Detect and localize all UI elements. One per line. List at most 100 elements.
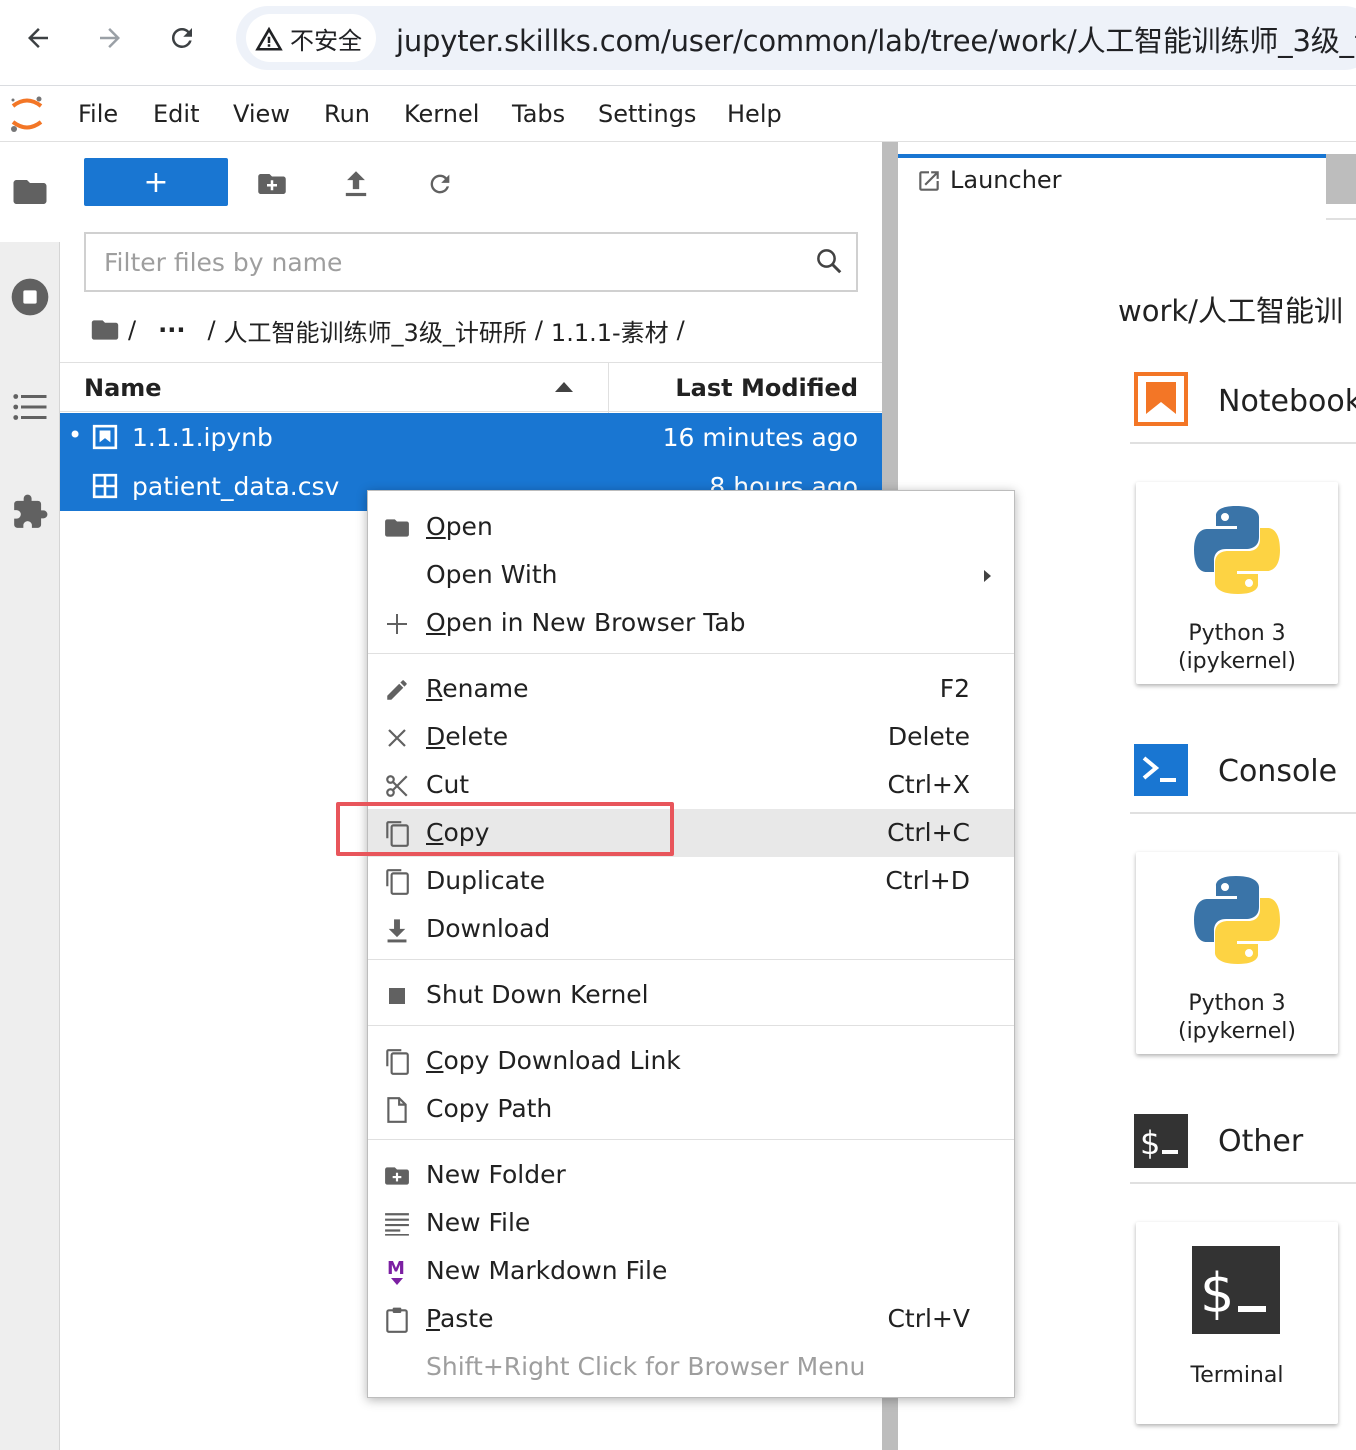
menu-new-markdown-file[interactable]: M New Markdown File — [368, 1247, 1014, 1295]
menu-label: Shut Down Kernel — [426, 980, 649, 1009]
menu-delete[interactable]: Delete Delete — [368, 713, 1014, 761]
menu-shortcut: F2 — [939, 674, 970, 703]
card-label: (ipykernel) — [1177, 649, 1296, 674]
plus-icon — [384, 611, 410, 637]
menu-shortcut: Delete — [887, 722, 970, 751]
menu-rename[interactable]: Rename F2 — [368, 665, 1014, 713]
menu-tabs[interactable]: Tabs — [512, 100, 565, 128]
reload-icon[interactable] — [160, 16, 204, 60]
download-icon — [384, 917, 410, 943]
modified-column-header[interactable]: Last Modified — [675, 374, 858, 402]
terminal-card[interactable]: $ Terminal — [1136, 1222, 1338, 1424]
left-activity-bar — [0, 142, 60, 1450]
breadcrumb-ellipsis[interactable]: ··· — [158, 316, 185, 344]
back-icon[interactable] — [16, 16, 60, 60]
new-folder-icon — [258, 174, 286, 194]
table-of-contents-tab[interactable] — [0, 362, 60, 452]
menu-label: Rename — [426, 674, 529, 703]
notebook-section-header: Notebook — [1130, 364, 1356, 444]
menu-kernel[interactable]: Kernel — [404, 100, 479, 128]
menu-label: Paste — [426, 1304, 494, 1333]
menu-label: Delete — [426, 722, 509, 751]
scissors-icon — [384, 773, 410, 799]
menu-paste[interactable]: Paste Ctrl+V — [368, 1295, 1014, 1343]
menu-open-new-browser-tab[interactable]: Open in New Browser Tab — [368, 599, 1014, 647]
menu-separator — [368, 653, 1014, 654]
terminal-icon: $ — [1192, 1246, 1280, 1334]
menu-label: Copy Download Link — [426, 1046, 681, 1075]
close-icon — [384, 725, 410, 751]
upload-button[interactable] — [336, 164, 376, 204]
stop-icon — [384, 983, 410, 1009]
name-column-header[interactable]: Name — [84, 374, 162, 402]
jupyter-menubar: File Edit View Run Kernel Tabs Settings … — [0, 86, 1356, 142]
forward-icon[interactable] — [88, 16, 132, 60]
menu-help[interactable]: Help — [727, 100, 782, 128]
column-divider — [608, 363, 609, 413]
new-folder-button[interactable] — [252, 164, 292, 204]
card-label: Python 3 — [1188, 991, 1286, 1016]
breadcrumb-folder[interactable]: 人工智能训练师_3级_计研所 — [224, 313, 527, 348]
copy-annotation-box — [336, 802, 674, 856]
tab-launcher[interactable]: Launcher — [898, 154, 1326, 220]
menu-copy-path[interactable]: Copy Path — [368, 1085, 1014, 1133]
breadcrumb-separator: / — [534, 316, 543, 344]
menu-shut-down-kernel[interactable]: Shut Down Kernel — [368, 971, 1014, 1019]
folder-icon — [13, 180, 46, 204]
new-launcher-button[interactable]: + — [84, 158, 228, 206]
tab-scroll-area — [1326, 154, 1356, 204]
section-title: Other — [1218, 1124, 1304, 1159]
breadcrumb-subfolder[interactable]: 1.1.1-素材 — [551, 313, 669, 348]
menu-label: New File — [426, 1208, 531, 1237]
breadcrumb-separator: / — [128, 316, 137, 344]
menu-download[interactable]: Download — [368, 905, 1014, 953]
tab-label: Launcher — [950, 166, 1062, 194]
python-logo-icon — [1194, 876, 1280, 964]
filter-box — [84, 232, 858, 292]
svg-text:$: $ — [1200, 1262, 1234, 1325]
menu-new-folder[interactable]: New Folder — [368, 1151, 1014, 1199]
file-browser-tab[interactable] — [0, 142, 60, 242]
menu-edit[interactable]: Edit — [153, 100, 199, 128]
upload-icon — [345, 171, 367, 197]
menu-shortcut: Ctrl+D — [885, 866, 970, 895]
menu-duplicate[interactable]: Duplicate Ctrl+D — [368, 857, 1014, 905]
menu-new-file[interactable]: New File — [368, 1199, 1014, 1247]
other-section-header: $ Other — [1130, 1104, 1356, 1184]
menu-label: Duplicate — [426, 866, 546, 895]
launcher-tab-icon — [919, 171, 939, 191]
menu-label: Cut — [426, 770, 470, 799]
refresh-icon — [430, 174, 450, 194]
file-modified: 16 minutes ago — [662, 423, 858, 452]
file-row-notebook[interactable]: • 1.1.1.ipynb 16 minutes ago — [60, 413, 882, 462]
extensions-tab[interactable] — [0, 467, 60, 557]
console-python3-card[interactable]: Python 3 (ipykernel) — [1136, 852, 1338, 1054]
menu-copy-download-link[interactable]: Copy Download Link — [368, 1037, 1014, 1085]
menu-settings[interactable]: Settings — [598, 100, 696, 128]
running-indicator: • — [68, 421, 83, 449]
menu-file[interactable]: File — [78, 100, 118, 128]
url-text[interactable]: jupyter.skillks.com/user/common/lab/tree… — [396, 18, 1356, 60]
section-title: Notebook — [1218, 384, 1356, 419]
refresh-button[interactable] — [420, 164, 460, 204]
menu-open-with[interactable]: Open With — [368, 551, 1014, 599]
security-indicator[interactable]: 不安全 — [246, 14, 376, 62]
console-section-icon — [1134, 744, 1188, 796]
card-label: Python 3 — [1188, 621, 1286, 646]
menu-label: Open in New Browser Tab — [426, 608, 746, 637]
other-section-icon: $ — [1134, 1114, 1188, 1168]
copy-icon — [384, 1049, 410, 1075]
security-label: 不安全 — [290, 26, 362, 55]
notebook-python3-card[interactable]: Python 3 (ipykernel) — [1136, 482, 1338, 684]
menu-view[interactable]: View — [233, 100, 290, 128]
home-folder-icon[interactable] — [90, 318, 120, 342]
running-sessions-tab[interactable] — [0, 252, 60, 342]
filter-files-input[interactable] — [104, 244, 804, 280]
submenu-arrow-icon — [984, 570, 991, 582]
menu-label: New Markdown File — [426, 1256, 668, 1285]
menu-open[interactable]: Open — [368, 503, 1014, 551]
search-icon — [817, 249, 842, 274]
menu-label: Open — [426, 512, 493, 541]
menu-run[interactable]: Run — [324, 100, 370, 128]
card-label: (ipykernel) — [1177, 1019, 1296, 1044]
